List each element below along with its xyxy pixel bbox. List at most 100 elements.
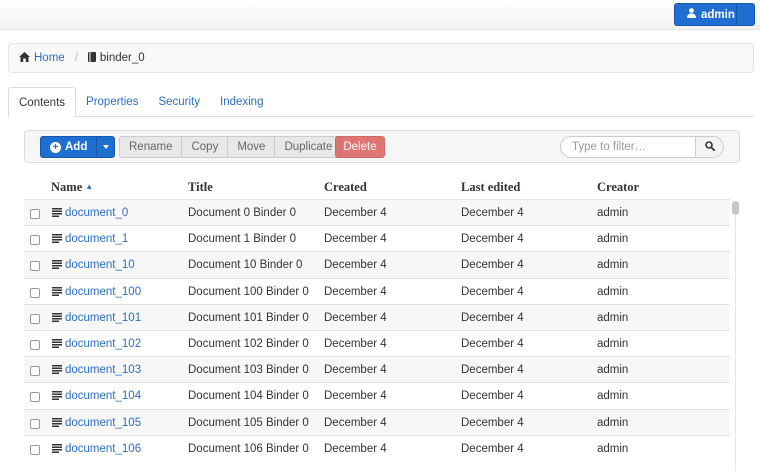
row-checkbox[interactable] [30, 235, 40, 246]
tab-properties[interactable]: Properties [76, 87, 148, 117]
column-header-creator[interactable]: Creator [597, 180, 639, 195]
table-row[interactable]: document_100 Document 100 Binder 0 Decembe… [24, 277, 730, 304]
document-title: Document 10 Binder 0 [188, 259, 303, 272]
document-created: December 4 [324, 285, 387, 298]
user-menu-button[interactable]: admin [674, 3, 755, 26]
tab-contents[interactable]: Contents [8, 87, 77, 118]
document-last-edited: December 4 [461, 311, 524, 324]
row-checkbox[interactable] [30, 261, 40, 272]
add-button[interactable]: + Add [41, 137, 96, 157]
document-last-edited: December 4 [461, 259, 524, 272]
row-checkbox[interactable] [30, 209, 40, 219]
add-label: Add [65, 141, 88, 153]
document-name-link[interactable]: document_102 [65, 338, 141, 350]
add-dropdown-toggle[interactable] [96, 137, 114, 157]
add-button-group: + Add [40, 136, 116, 158]
table-scrollbar[interactable] [732, 199, 739, 471]
duplicate-button[interactable]: Duplicate [274, 136, 343, 158]
document-creator: admin [597, 416, 629, 429]
scrollbar-thumb[interactable] [732, 201, 739, 215]
column-header-name-label: Name [51, 180, 83, 194]
document-last-edited: December 4 [461, 416, 524, 429]
row-checkbox[interactable] [30, 392, 40, 403]
document-creator: admin [597, 207, 629, 219]
filter-search-button[interactable] [695, 136, 724, 158]
document-last-edited: December 4 [461, 442, 524, 455]
user-menu-main[interactable]: admin [675, 4, 736, 25]
document-name-link[interactable]: document_1 [65, 233, 128, 245]
table-row[interactable]: document_104 Document 104 Binder 0 Decembe… [24, 382, 730, 408]
document-created: December 4 [324, 416, 387, 429]
document-name-link[interactable]: document_106 [65, 443, 141, 455]
document-creator: admin [597, 311, 629, 324]
tabs: Contents Properties Security Indexing [8, 87, 754, 118]
document-icon [52, 286, 62, 299]
table-row[interactable]: document_102 Document 102 Binder 0 Decembe… [24, 329, 730, 356]
table-header: Name ▲ Title Created Last edited Creator [24, 180, 730, 198]
table-body: document_0 Document 0 Binder 0 December 4 D… [24, 199, 730, 461]
row-checkbox[interactable] [30, 418, 40, 429]
rename-button[interactable]: Rename [119, 136, 183, 158]
row-checkbox[interactable] [30, 444, 40, 455]
move-button[interactable]: Move [227, 136, 276, 158]
document-icon [52, 312, 62, 325]
document-created: December 4 [324, 390, 387, 403]
document-name-link[interactable]: document_105 [65, 417, 141, 429]
document-icon [52, 443, 62, 456]
column-header-created[interactable]: Created [324, 180, 367, 195]
user-icon [687, 8, 696, 21]
document-last-edited: December 4 [461, 390, 524, 403]
document-icon [52, 234, 62, 246]
document-name-link[interactable]: document_100 [65, 286, 141, 298]
copy-button[interactable]: Copy [181, 136, 229, 158]
tab-security[interactable]: Security [148, 87, 210, 117]
chevron-down-icon [102, 145, 109, 149]
document-icon [52, 260, 62, 272]
table-row[interactable]: document_101 Document 101 Binder 0 Decembe… [24, 303, 730, 330]
user-name: admin [701, 8, 735, 21]
breadcrumb-current: binder_0 [87, 51, 145, 65]
document-name-link[interactable]: document_104 [65, 390, 141, 402]
document-created: December 4 [324, 364, 387, 377]
home-icon [19, 51, 30, 65]
tab-indexing[interactable]: Indexing [210, 87, 273, 117]
document-creator: admin [597, 259, 629, 272]
row-checkbox[interactable] [30, 313, 40, 324]
breadcrumb-home-link[interactable]: Home [19, 51, 65, 65]
document-title: Document 1 Binder 0 [188, 233, 297, 246]
document-name-link[interactable]: document_101 [65, 312, 141, 324]
table-row[interactable]: document_106 Document 106 Binder 0 Decembe… [24, 434, 730, 461]
table-row[interactable]: document_0 Document 0 Binder 0 December 4 D… [24, 199, 730, 226]
document-creator: admin [597, 337, 629, 350]
user-menu-dropdown-toggle[interactable] [736, 4, 754, 25]
document-title: Document 103 Binder 0 [188, 364, 309, 377]
row-checkbox[interactable] [30, 366, 40, 377]
column-header-last-edited[interactable]: Last edited [461, 180, 520, 195]
column-header-name[interactable]: Name ▲ [51, 180, 93, 195]
document-created: December 4 [324, 442, 387, 455]
document-name-link[interactable]: document_0 [65, 207, 128, 219]
document-icon [52, 417, 62, 430]
row-checkbox[interactable] [30, 339, 40, 350]
document-created: December 4 [324, 207, 387, 219]
document-icon [52, 338, 62, 351]
breadcrumb: Home / binder_0 [8, 43, 754, 73]
contents-toolbar: + Add Rename Copy Move Duplicate Delete [24, 130, 740, 163]
document-creator: admin [597, 390, 629, 403]
table-row[interactable]: document_1 Document 1 Binder 0 December 4 D… [24, 225, 730, 251]
document-name-link[interactable]: document_103 [65, 364, 141, 376]
document-icon [52, 208, 62, 220]
table-row[interactable]: document_10 Document 10 Binder 0 December … [24, 251, 730, 278]
document-created: December 4 [324, 233, 387, 246]
document-name-link[interactable]: document_10 [65, 259, 135, 271]
top-navbar: admin [0, 0, 760, 30]
column-header-title[interactable]: Title [188, 180, 213, 195]
delete-button[interactable]: Delete [335, 136, 385, 158]
table-row[interactable]: document_103 Document 103 Binder 0 Decembe… [24, 356, 730, 383]
action-button-group: Rename Copy Move Duplicate [119, 136, 343, 158]
filter-input[interactable] [560, 136, 695, 158]
table-row[interactable]: document_105 Document 105 Binder 0 Decembe… [24, 408, 730, 435]
row-checkbox[interactable] [30, 287, 40, 298]
document-title: Document 102 Binder 0 [188, 337, 309, 350]
document-title: Document 105 Binder 0 [188, 416, 309, 429]
